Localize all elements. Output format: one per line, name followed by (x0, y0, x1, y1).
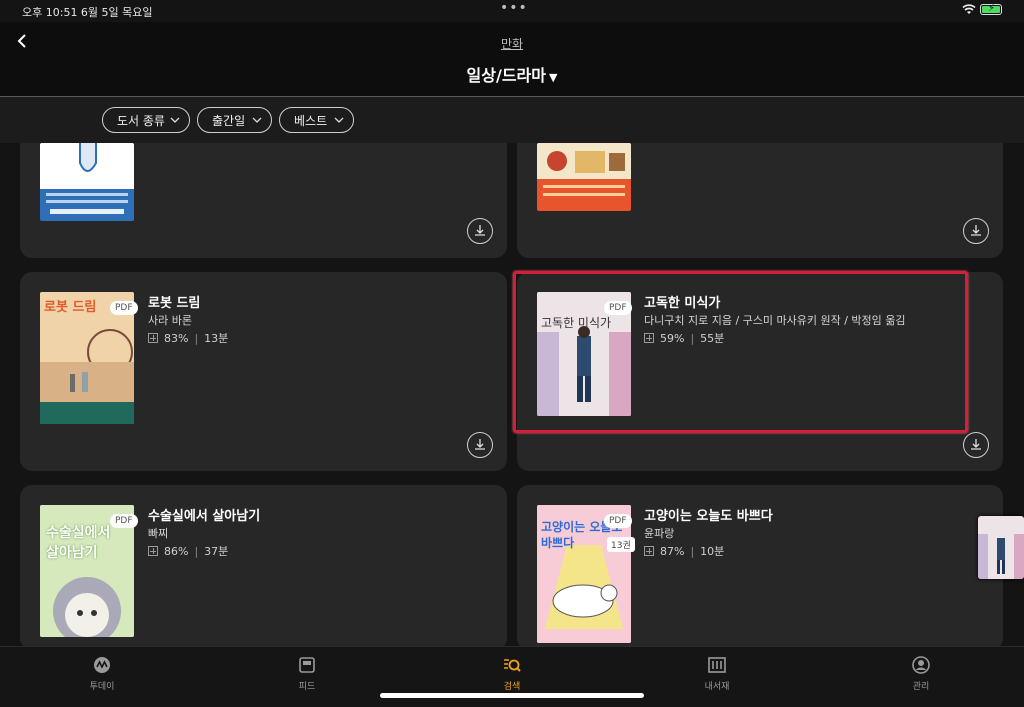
tab-library[interactable]: 내서재 (682, 655, 752, 692)
pdf-badge: PDF (604, 514, 632, 528)
status-time: 오후 10:51 6월 5일 목요일 (22, 6, 153, 19)
filter-publish-date[interactable]: 출간일 (197, 107, 272, 133)
reading-progress: 87% | 10분 (644, 543, 724, 559)
book-author: 빠찌 (148, 527, 169, 540)
genre-selector[interactable]: 일상/드라마 ▼ (0, 62, 1024, 86)
book-title[interactable]: 수술실에서 살아남기 (148, 505, 260, 524)
progress-percent: 86% (164, 544, 189, 558)
search-icon (504, 659, 521, 672)
selection-highlight (513, 271, 968, 433)
download-button[interactable] (963, 432, 989, 458)
filter-label: 베스트 (294, 113, 328, 128)
filter-best[interactable]: 베스트 (279, 107, 354, 133)
book-card-busy-cat[interactable]: 고양이는 오늘도 바쁘다 PDF 13권 고양이는 오늘도 바쁘다 윤파랑 87… (517, 485, 1003, 650)
multitask-dots-icon[interactable]: ••• (500, 0, 528, 16)
download-button[interactable] (963, 218, 989, 244)
book-card-robot-dream[interactable]: 로봇 드림 PDF 로봇 드림 사라 바론 83% | 13분 (20, 272, 507, 471)
tab-feed[interactable]: 피드 (272, 655, 342, 692)
book-title[interactable]: 고양이는 오늘도 바쁘다 (644, 505, 773, 524)
book-card[interactable] (517, 143, 1003, 258)
status-bar: 오후 10:51 6월 5일 목요일 ••• ⚡ (0, 0, 1024, 22)
download-button[interactable] (467, 218, 493, 244)
tab-today[interactable]: 투데이 (67, 655, 137, 692)
tab-search[interactable]: 검색 (477, 655, 547, 692)
feed-icon (299, 657, 315, 673)
library-icon (708, 657, 726, 673)
download-icon (475, 225, 485, 236)
pdf-badge: PDF (110, 514, 138, 528)
cover-title-text: 수술실에서 살아남기 (46, 525, 111, 561)
wifi-icon (962, 4, 976, 14)
progress-icon (148, 333, 158, 343)
book-title[interactable]: 로봇 드림 (148, 292, 200, 311)
book-card-surviving-or[interactable]: 수술실에서 살아남기 PDF 수술실에서 살아남기 빠찌 86% | 37분 (20, 485, 507, 650)
progress-icon (644, 546, 654, 556)
reading-time: 10분 (700, 545, 725, 558)
filter-label: 출간일 (212, 113, 246, 128)
book-cover[interactable] (40, 143, 134, 221)
mini-player-thumbnail[interactable] (978, 516, 1024, 579)
reading-progress: 86% | 37분 (148, 543, 228, 559)
tab-label: 관리 (912, 682, 930, 692)
chevron-down-icon (252, 117, 262, 123)
caret-down-icon: ▼ (548, 71, 558, 84)
profile-icon (912, 656, 930, 674)
book-cover[interactable] (537, 143, 631, 211)
header: 만화 일상/드라마 ▼ (0, 22, 1024, 96)
tab-label: 투데이 (89, 682, 115, 692)
filter-bar: 도서 종류 출간일 베스트 (0, 97, 1024, 143)
reading-time: 37분 (204, 545, 229, 558)
progress-icon (148, 546, 158, 556)
pdf-badge: PDF (110, 301, 138, 315)
cover-title-text: 로봇 드림 (44, 300, 97, 315)
download-icon (971, 225, 981, 236)
filter-label: 도서 종류 (117, 113, 165, 128)
chevron-down-icon (170, 117, 180, 123)
progress-percent: 87% (660, 544, 685, 558)
reading-progress: 83% | 13분 (148, 330, 228, 346)
filter-book-type[interactable]: 도서 종류 (102, 107, 190, 133)
download-icon (475, 439, 485, 450)
progress-percent: 83% (164, 331, 189, 345)
book-author: 사라 바론 (148, 314, 192, 327)
category-link[interactable]: 만화 (0, 35, 1024, 52)
home-indicator[interactable] (380, 693, 644, 698)
book-author: 윤파랑 (644, 527, 675, 540)
download-button[interactable] (467, 432, 493, 458)
tab-label: 내서재 (704, 682, 730, 692)
today-icon (94, 657, 110, 673)
tab-label: 피드 (298, 682, 316, 692)
chevron-down-icon (334, 117, 344, 123)
tab-label: 검색 (503, 682, 521, 692)
battery-icon: ⚡ (980, 3, 1002, 15)
download-icon (971, 439, 981, 450)
book-card[interactable] (20, 143, 507, 258)
page-title: 일상/드라마 (466, 66, 546, 85)
reading-time: 13분 (204, 332, 229, 345)
volume-badge: 13권 (607, 537, 635, 552)
tab-manage[interactable]: 관리 (886, 655, 956, 692)
